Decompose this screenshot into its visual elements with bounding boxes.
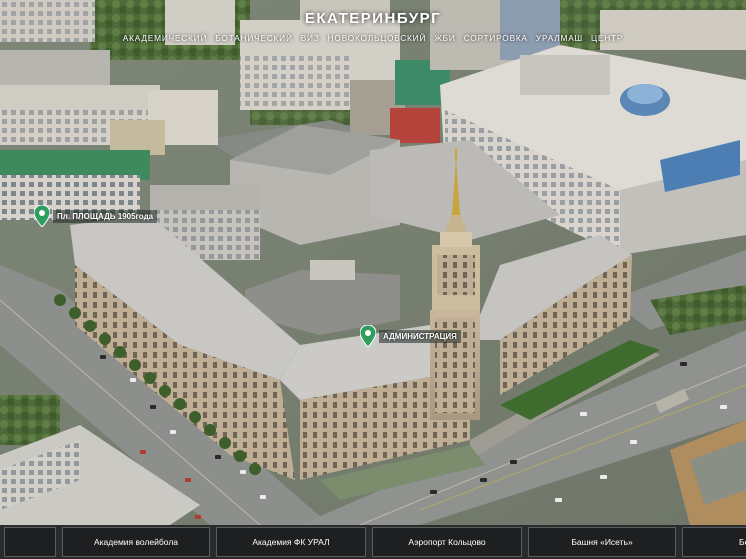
district-link-tsentr[interactable]: ЦЕНТР: [591, 33, 623, 43]
aerial-city-view: [0, 0, 746, 559]
location-item-volleyball-academy[interactable]: Академия волейбола: [62, 527, 210, 557]
district-nav: АКАДЕМИЧЕСКИЙ БОТАНИЧЕСКИЙ ВИЗ НОВОКОЛЬЦ…: [0, 33, 746, 43]
city-title: ЕКАТЕРИНБУРГ: [304, 10, 442, 27]
district-link-sortirovka[interactable]: СОРТИРОВКА: [464, 33, 528, 43]
location-carousel: Академия волейбола Академия ФК УРАЛ Аэро…: [0, 525, 746, 559]
district-link-botanicheskiy[interactable]: БОТАНИЧЕСКИЙ: [215, 33, 293, 43]
district-link-akademicheskiy[interactable]: АКАДЕМИЧЕСКИЙ: [123, 33, 207, 43]
marker-square-1905[interactable]: Пл. ПЛОЩАДЬ 1905года: [34, 205, 158, 227]
location-item[interactable]: [4, 527, 56, 557]
district-link-uralmash[interactable]: УРАЛМАШ: [536, 33, 583, 43]
location-item-koltsovo-airport[interactable]: Аэропорт Кольцово: [372, 527, 522, 557]
map-pin-icon: [34, 205, 50, 227]
district-link-zhbi[interactable]: ЖБИ: [434, 33, 455, 43]
marker-label: Пл. ПЛОЩАДЬ 1905года: [53, 209, 158, 223]
map-pin-icon: [360, 325, 376, 347]
location-item-fc-ural-academy[interactable]: Академия ФК УРАЛ: [216, 527, 366, 557]
location-item-iset-tower[interactable]: Башня «Исеть»: [528, 527, 676, 557]
marker-administration[interactable]: АДМИНИСТРАЦИЯ: [360, 325, 461, 347]
location-item-next[interactable]: Бел: [682, 527, 746, 557]
marker-label: АДМИНИСТРАЦИЯ: [379, 329, 461, 343]
district-link-novokoltsovskiy[interactable]: НОВОКОЛЬЦОВСКИЙ: [328, 33, 427, 43]
district-link-viz[interactable]: ВИЗ: [301, 33, 320, 43]
